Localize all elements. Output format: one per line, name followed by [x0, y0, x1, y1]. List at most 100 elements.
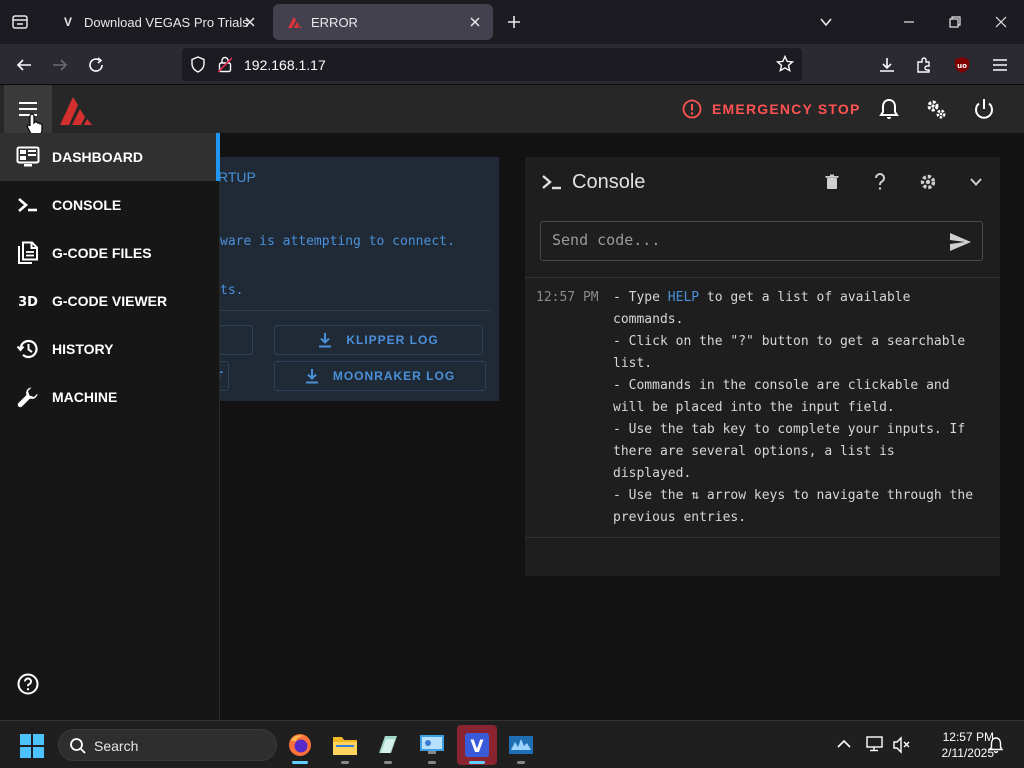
app-taskbar-icon[interactable] [368, 725, 408, 765]
send-icon[interactable] [948, 230, 972, 254]
console-icon [16, 193, 40, 217]
console-input-box[interactable] [540, 221, 983, 261]
search-label: Search [94, 738, 139, 754]
emergency-stop-button[interactable]: EMERGENCY STOP [682, 99, 861, 119]
console-line: - Use the ⇅ arrow keys to navigate throu… [613, 488, 974, 503]
notification-bell-icon[interactable] [988, 736, 1004, 754]
vegas-taskbar-icon[interactable]: V [457, 725, 497, 765]
svg-text:V: V [470, 737, 484, 757]
download-icon [305, 369, 318, 384]
new-tab-icon[interactable] [500, 8, 528, 36]
console-entry-text: - Type HELP to get a list of available c… [613, 287, 995, 529]
gear-icon[interactable] [916, 170, 940, 194]
3d-icon: 3D [16, 289, 40, 313]
bell-icon[interactable] [877, 97, 901, 121]
trash-icon[interactable] [820, 170, 844, 194]
forward-arrow-icon[interactable] [45, 50, 75, 80]
download-icon [319, 333, 332, 348]
svg-text:3D: 3D [18, 295, 38, 309]
console-line: displayed. [613, 466, 692, 481]
insecure-lock-icon[interactable] [218, 56, 232, 73]
help-circle-icon[interactable] [16, 672, 40, 696]
sidebar-item-label: CONSOLE [52, 197, 122, 213]
console-header: Console [525, 157, 1000, 207]
extensions-icon[interactable] [909, 50, 939, 80]
gears-icon[interactable] [924, 97, 948, 121]
network-icon[interactable] [866, 735, 886, 753]
help-command-link[interactable]: HELP [668, 290, 699, 305]
taskbar: Search V 12:57 PM 2/11/2025 [0, 720, 1024, 768]
firefox-taskbar-icon[interactable] [280, 725, 320, 765]
tab-list-icon[interactable] [6, 8, 34, 36]
chevron-up-icon[interactable] [836, 737, 852, 751]
console-line[interactable]: - Type HELP to get a list of available [613, 287, 995, 309]
sidebar-item-label: DASHBOARD [52, 149, 143, 165]
running-indicator [517, 761, 525, 764]
klipper-log-label: KLIPPER LOG [346, 333, 439, 347]
hamburger-menu-icon[interactable] [985, 50, 1015, 80]
console-line: will be placed into the input field. [613, 400, 895, 415]
history-icon [16, 337, 40, 361]
mainsail-logo-icon[interactable] [58, 93, 98, 127]
sidebar-item-gcode-viewer[interactable]: 3D G-CODE VIEWER [0, 277, 216, 325]
sidebar-item-machine[interactable]: MACHINE [0, 373, 216, 421]
emergency-stop-label: EMERGENCY STOP [712, 101, 861, 117]
sidebar-item-label: MACHINE [52, 389, 118, 405]
moonraker-log-button[interactable]: MOONRAKER LOG [274, 361, 486, 391]
volume-muted-icon[interactable] [892, 736, 912, 754]
ublock-icon[interactable]: uo [947, 50, 977, 80]
windows-start-icon[interactable] [20, 734, 44, 758]
sidebar-item-gcode-files[interactable]: G-CODE FILES [0, 229, 216, 277]
power-icon[interactable] [972, 97, 996, 121]
url-bar[interactable]: 192.168.1.17 [182, 48, 802, 81]
running-indicator [384, 761, 392, 764]
console-line: commands. [613, 312, 684, 327]
console-icon [541, 172, 563, 192]
files-icon [16, 241, 40, 265]
system-clock[interactable]: 12:57 PM 2/11/2025 [914, 729, 995, 761]
close-icon[interactable] [240, 12, 260, 32]
console-line: - Click on the "?" button to get a searc… [613, 334, 966, 349]
back-arrow-icon[interactable] [9, 50, 39, 80]
active-indicator [216, 133, 220, 181]
chevron-down-icon[interactable] [812, 8, 840, 36]
sidebar-item-history[interactable]: HISTORY [0, 325, 216, 373]
tab-vegas[interactable]: V Download VEGAS Pro Trials for [46, 4, 268, 40]
audio-app-taskbar-icon[interactable] [501, 725, 541, 765]
running-indicator [292, 761, 308, 764]
console-line: there are several options, a list is [613, 444, 895, 459]
mainsail-favicon-icon [287, 14, 303, 30]
console-line: - Commands in the console are clickable … [613, 378, 950, 393]
help-question-icon[interactable] [868, 170, 892, 194]
close-icon[interactable] [465, 12, 485, 32]
control-panel-taskbar-icon[interactable] [412, 725, 452, 765]
sidebar-drawer: DASHBOARD CONSOLE G-CODE FILES 3D G-CODE… [0, 133, 220, 720]
tab-error[interactable]: ERROR [273, 4, 493, 40]
console-entry-time: 12:57 PM [536, 290, 599, 305]
download-icon[interactable] [872, 50, 902, 80]
klipper-log-button[interactable]: KLIPPER LOG [274, 325, 483, 355]
minimize-icon[interactable] [895, 8, 923, 36]
tab-title: ERROR [311, 14, 358, 30]
close-window-icon[interactable] [987, 8, 1015, 36]
console-input[interactable] [552, 231, 932, 249]
startup-panel: RTUP ware is attempting to connect. ts. … [200, 157, 499, 401]
monitor-dashboard-icon [16, 145, 40, 169]
startup-message-2: ts. [220, 283, 244, 298]
shield-icon[interactable] [190, 56, 206, 73]
file-explorer-taskbar-icon[interactable] [325, 725, 365, 765]
browser-tab-strip: V Download VEGAS Pro Trials for ERROR [0, 0, 1024, 44]
vegas-favicon-icon: V [63, 15, 72, 29]
sidebar-item-console[interactable]: CONSOLE [0, 181, 216, 229]
reload-icon[interactable] [81, 50, 111, 80]
sidebar-item-dashboard[interactable]: DASHBOARD [0, 133, 216, 181]
wrench-icon [16, 385, 40, 409]
chevron-down-icon[interactable] [964, 170, 988, 194]
moonraker-log-label: MOONRAKER LOG [332, 369, 456, 383]
taskbar-search[interactable]: Search [58, 729, 277, 761]
clock-date: 2/11/2025 [941, 746, 995, 760]
sidebar-item-label: G-CODE VIEWER [52, 293, 168, 309]
sidebar-item-label: HISTORY [52, 341, 114, 357]
star-icon[interactable] [776, 55, 794, 73]
restore-icon[interactable] [941, 8, 969, 36]
